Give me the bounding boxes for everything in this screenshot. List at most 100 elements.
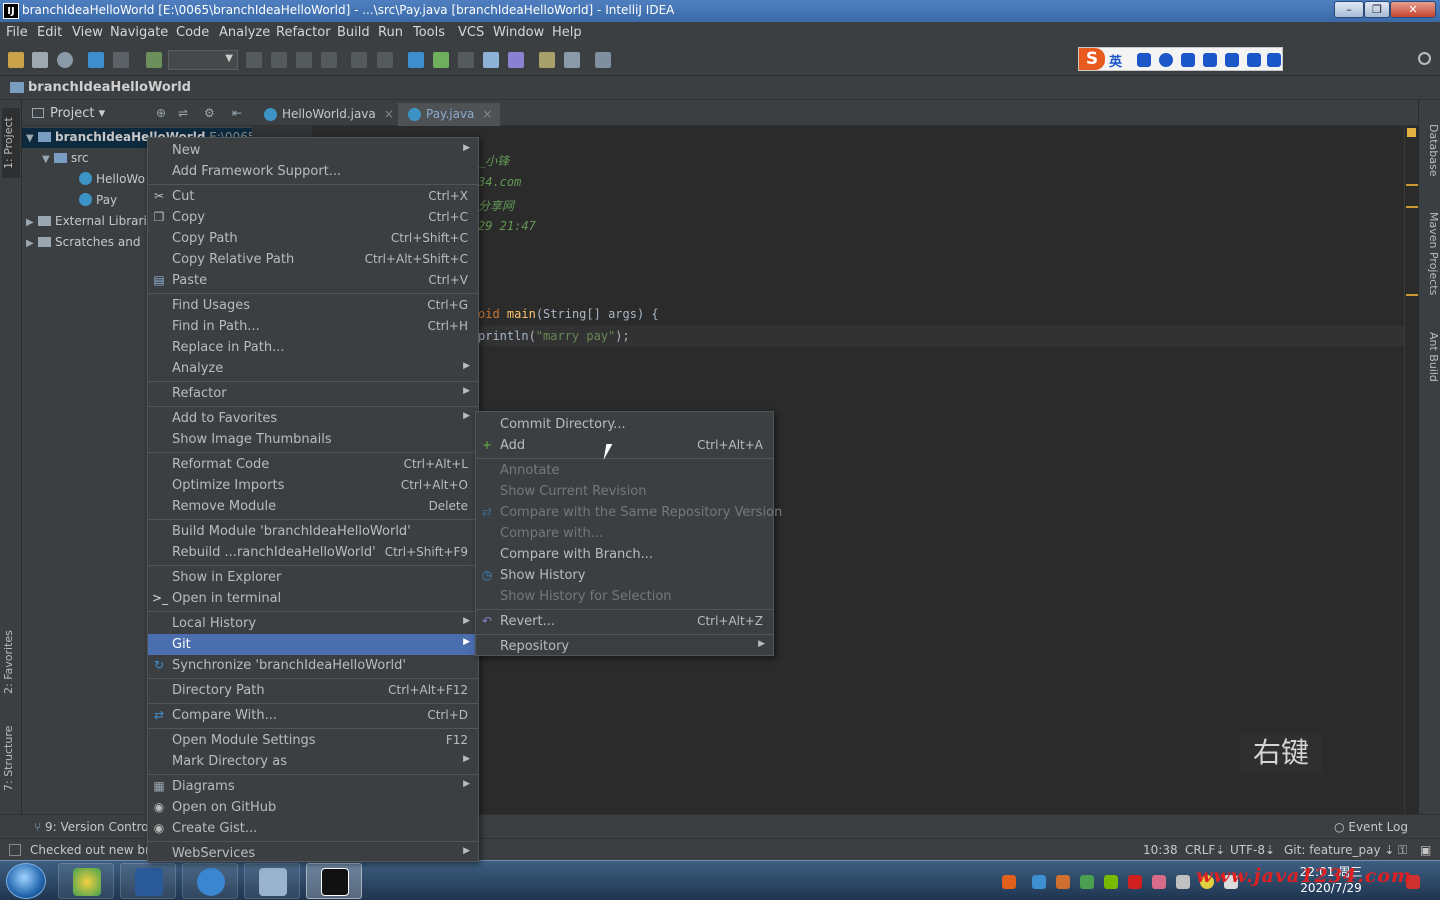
menu-view[interactable]: View [72, 25, 103, 40]
context-menu-item-add-to-favorites[interactable]: Add to Favorites ▶ [148, 408, 478, 429]
deploy-icon[interactable] [377, 52, 393, 68]
sogou-logo[interactable]: S [1079, 48, 1105, 70]
tray-s-icon[interactable] [1128, 875, 1142, 889]
context-menu-item-mark-directory-as[interactable]: Mark Directory as ▶ [148, 751, 478, 772]
menu-build[interactable]: Build [337, 25, 370, 40]
context-menu-item-show-image-thumbnails[interactable]: Show Image Thumbnails [148, 429, 478, 450]
taskbar-app-2[interactable] [120, 863, 176, 899]
taskbar-intellij[interactable] [306, 863, 362, 899]
vcs-revert-icon[interactable] [508, 52, 524, 68]
event-log-tab[interactable]: ○ Event Log [1334, 820, 1408, 834]
context-menu-item-synchronize-branchideahelloworld[interactable]: ↻ Synchronize 'branchIdeaHelloWorld' [148, 655, 478, 676]
context-menu-item-compare-with[interactable]: ⇄ Compare With... Ctrl+D [148, 705, 478, 726]
save-icon[interactable] [32, 52, 48, 68]
tree-item-external-libraries[interactable]: ▶ External Librari [26, 214, 147, 228]
context-menu-item-open-module-settings[interactable]: Open Module Settings F12 [148, 730, 478, 751]
menu-tools[interactable]: Tools [413, 25, 445, 40]
database-tool-tab[interactable]: Database [1422, 124, 1440, 184]
line-separator[interactable]: CRLF⇣ [1185, 843, 1225, 857]
emoji-icon[interactable] [1159, 53, 1173, 67]
menu-window[interactable]: Window [493, 25, 544, 40]
menu-navigate[interactable]: Navigate [110, 25, 168, 40]
menu-vcs[interactable]: VCS [458, 25, 484, 40]
tray-nvidia-icon[interactable] [1104, 875, 1118, 889]
stop-icon[interactable] [321, 52, 337, 68]
context-menu-item-diagrams[interactable]: ▦ Diagrams ▶ [148, 776, 478, 797]
file-encoding[interactable]: UTF-8⇣ [1230, 843, 1275, 857]
hide-panel-icon[interactable]: ⇤ [232, 106, 242, 120]
taskbar-app-1[interactable] [58, 863, 114, 899]
context-menu-item-paste[interactable]: ▤ Paste Ctrl+V [148, 270, 478, 291]
context-menu-item-show-in-explorer[interactable]: Show in Explorer [148, 567, 478, 588]
context-menu-item-rebuild-ranchideahelloworld[interactable]: Rebuild ...ranchIdeaHelloWorld' Ctrl+Shif… [148, 542, 478, 563]
keyboard-icon[interactable] [1203, 53, 1217, 67]
user-icon[interactable] [1225, 53, 1239, 67]
context-menu-item-local-history[interactable]: Local History ▶ [148, 613, 478, 634]
gear-icon[interactable]: ⚙ [204, 106, 215, 120]
context-menu-item-git[interactable]: Git ▶ [148, 634, 478, 655]
taskbar-app-4[interactable] [244, 863, 300, 899]
maximize-button[interactable]: ❐ [1364, 1, 1390, 18]
menu-analyze[interactable]: Analyze [219, 25, 270, 40]
context-menu-item-copy-relative-path[interactable]: Copy Relative Path Ctrl+Alt+Shift+C [148, 249, 478, 270]
build-icon[interactable] [351, 52, 367, 68]
start-button[interactable] [6, 863, 46, 899]
breadcrumb-project[interactable]: branchIdeaHelloWorld [28, 80, 191, 95]
context-menu-item-directory-path[interactable]: Directory Path Ctrl+Alt+F12 [148, 680, 478, 701]
context-menu-item-replace-in-path[interactable]: Replace in Path... [148, 337, 478, 358]
git-branch-widget[interactable]: Git: feature_pay ⇣ [1284, 843, 1394, 857]
menu-edit[interactable]: Edit [37, 25, 62, 40]
context-menu-item-reformat-code[interactable]: Reformat Code Ctrl+Alt+L [148, 454, 478, 475]
vcs-history-icon[interactable] [483, 52, 499, 68]
context-menu-item-webservices[interactable]: WebServices ▶ [148, 843, 478, 864]
close-tab-icon[interactable]: × [384, 107, 394, 121]
menu-help[interactable]: Help [552, 25, 582, 40]
project-view-select[interactable]: Project ▾ [50, 106, 105, 121]
make-icon[interactable] [146, 52, 162, 68]
close-button[interactable]: ✕ [1390, 1, 1436, 18]
context-menu-item-find-usages[interactable]: Find Usages Ctrl+G [148, 295, 478, 316]
scroll-from-source-icon[interactable]: ⊕ [156, 106, 166, 120]
context-menu-item-remove-module[interactable]: Remove Module Delete [148, 496, 478, 517]
collapse-all-icon[interactable]: ⇌ [178, 106, 188, 120]
context-menu-item-add-framework-support[interactable]: Add Framework Support... [148, 161, 478, 182]
menu-code[interactable]: Code [176, 25, 209, 40]
inspection-status-icon[interactable] [1407, 128, 1416, 137]
taskbar-app-3[interactable] [182, 863, 238, 899]
version-control-tab[interactable]: ⑂ 9: Version Control [34, 820, 152, 834]
skin-icon[interactable] [1247, 53, 1261, 67]
git-submenu-item-compare-with-branch[interactable]: Compare with Branch... [476, 544, 773, 565]
search-everywhere-icon[interactable] [1418, 52, 1431, 65]
debug-icon[interactable] [271, 52, 287, 68]
ime-mode[interactable]: 英 [1109, 51, 1122, 70]
settings-icon[interactable] [539, 52, 555, 68]
run-icon[interactable] [246, 52, 262, 68]
back-icon[interactable] [88, 52, 104, 68]
git-submenu-item-revert[interactable]: ↶ Revert... Ctrl+Alt+Z [476, 611, 773, 632]
git-submenu-item-repository[interactable]: Repository ▶ [476, 636, 773, 657]
favorites-tool-tab[interactable]: 2: Favorites [2, 620, 20, 705]
context-menu-item-create-gist[interactable]: ◉ Create Gist... [148, 818, 478, 839]
tree-item-pay[interactable]: Pay [79, 193, 117, 207]
tab-pay[interactable]: Pay.java × [398, 103, 501, 126]
forward-icon[interactable] [113, 52, 129, 68]
maven-tool-tab[interactable]: Maven Projects [1422, 212, 1440, 302]
coverage-icon[interactable] [296, 52, 312, 68]
structure-tool-tab[interactable]: 7: Structure [2, 718, 20, 798]
context-menu-item-open-on-github[interactable]: ◉ Open on GitHub [148, 797, 478, 818]
warning-marker[interactable] [1406, 184, 1418, 186]
context-menu-item-analyze[interactable]: Analyze ▶ [148, 358, 478, 379]
caret-position[interactable]: 10:38 [1143, 843, 1178, 857]
context-menu-item-find-in-path[interactable]: Find in Path... Ctrl+H [148, 316, 478, 337]
context-menu-item-copy[interactable]: ❐ Copy Ctrl+C [148, 207, 478, 228]
menu-run[interactable]: Run [378, 25, 403, 40]
microphone-icon[interactable] [1181, 53, 1195, 67]
tree-item-src[interactable]: ▼ src [42, 151, 89, 165]
context-menu-item-open-in-terminal[interactable]: >_ Open in terminal [148, 588, 478, 609]
git-submenu-item-show-history[interactable]: ◷ Show History [476, 565, 773, 586]
context-menu-item-copy-path[interactable]: Copy Path Ctrl+Shift+C [148, 228, 478, 249]
tray-sogou-icon[interactable] [1002, 875, 1016, 889]
context-menu-item-cut[interactable]: ✂ Cut Ctrl+X [148, 186, 478, 207]
sdk-icon[interactable] [595, 52, 611, 68]
ant-tool-tab[interactable]: Ant Build [1422, 332, 1440, 392]
